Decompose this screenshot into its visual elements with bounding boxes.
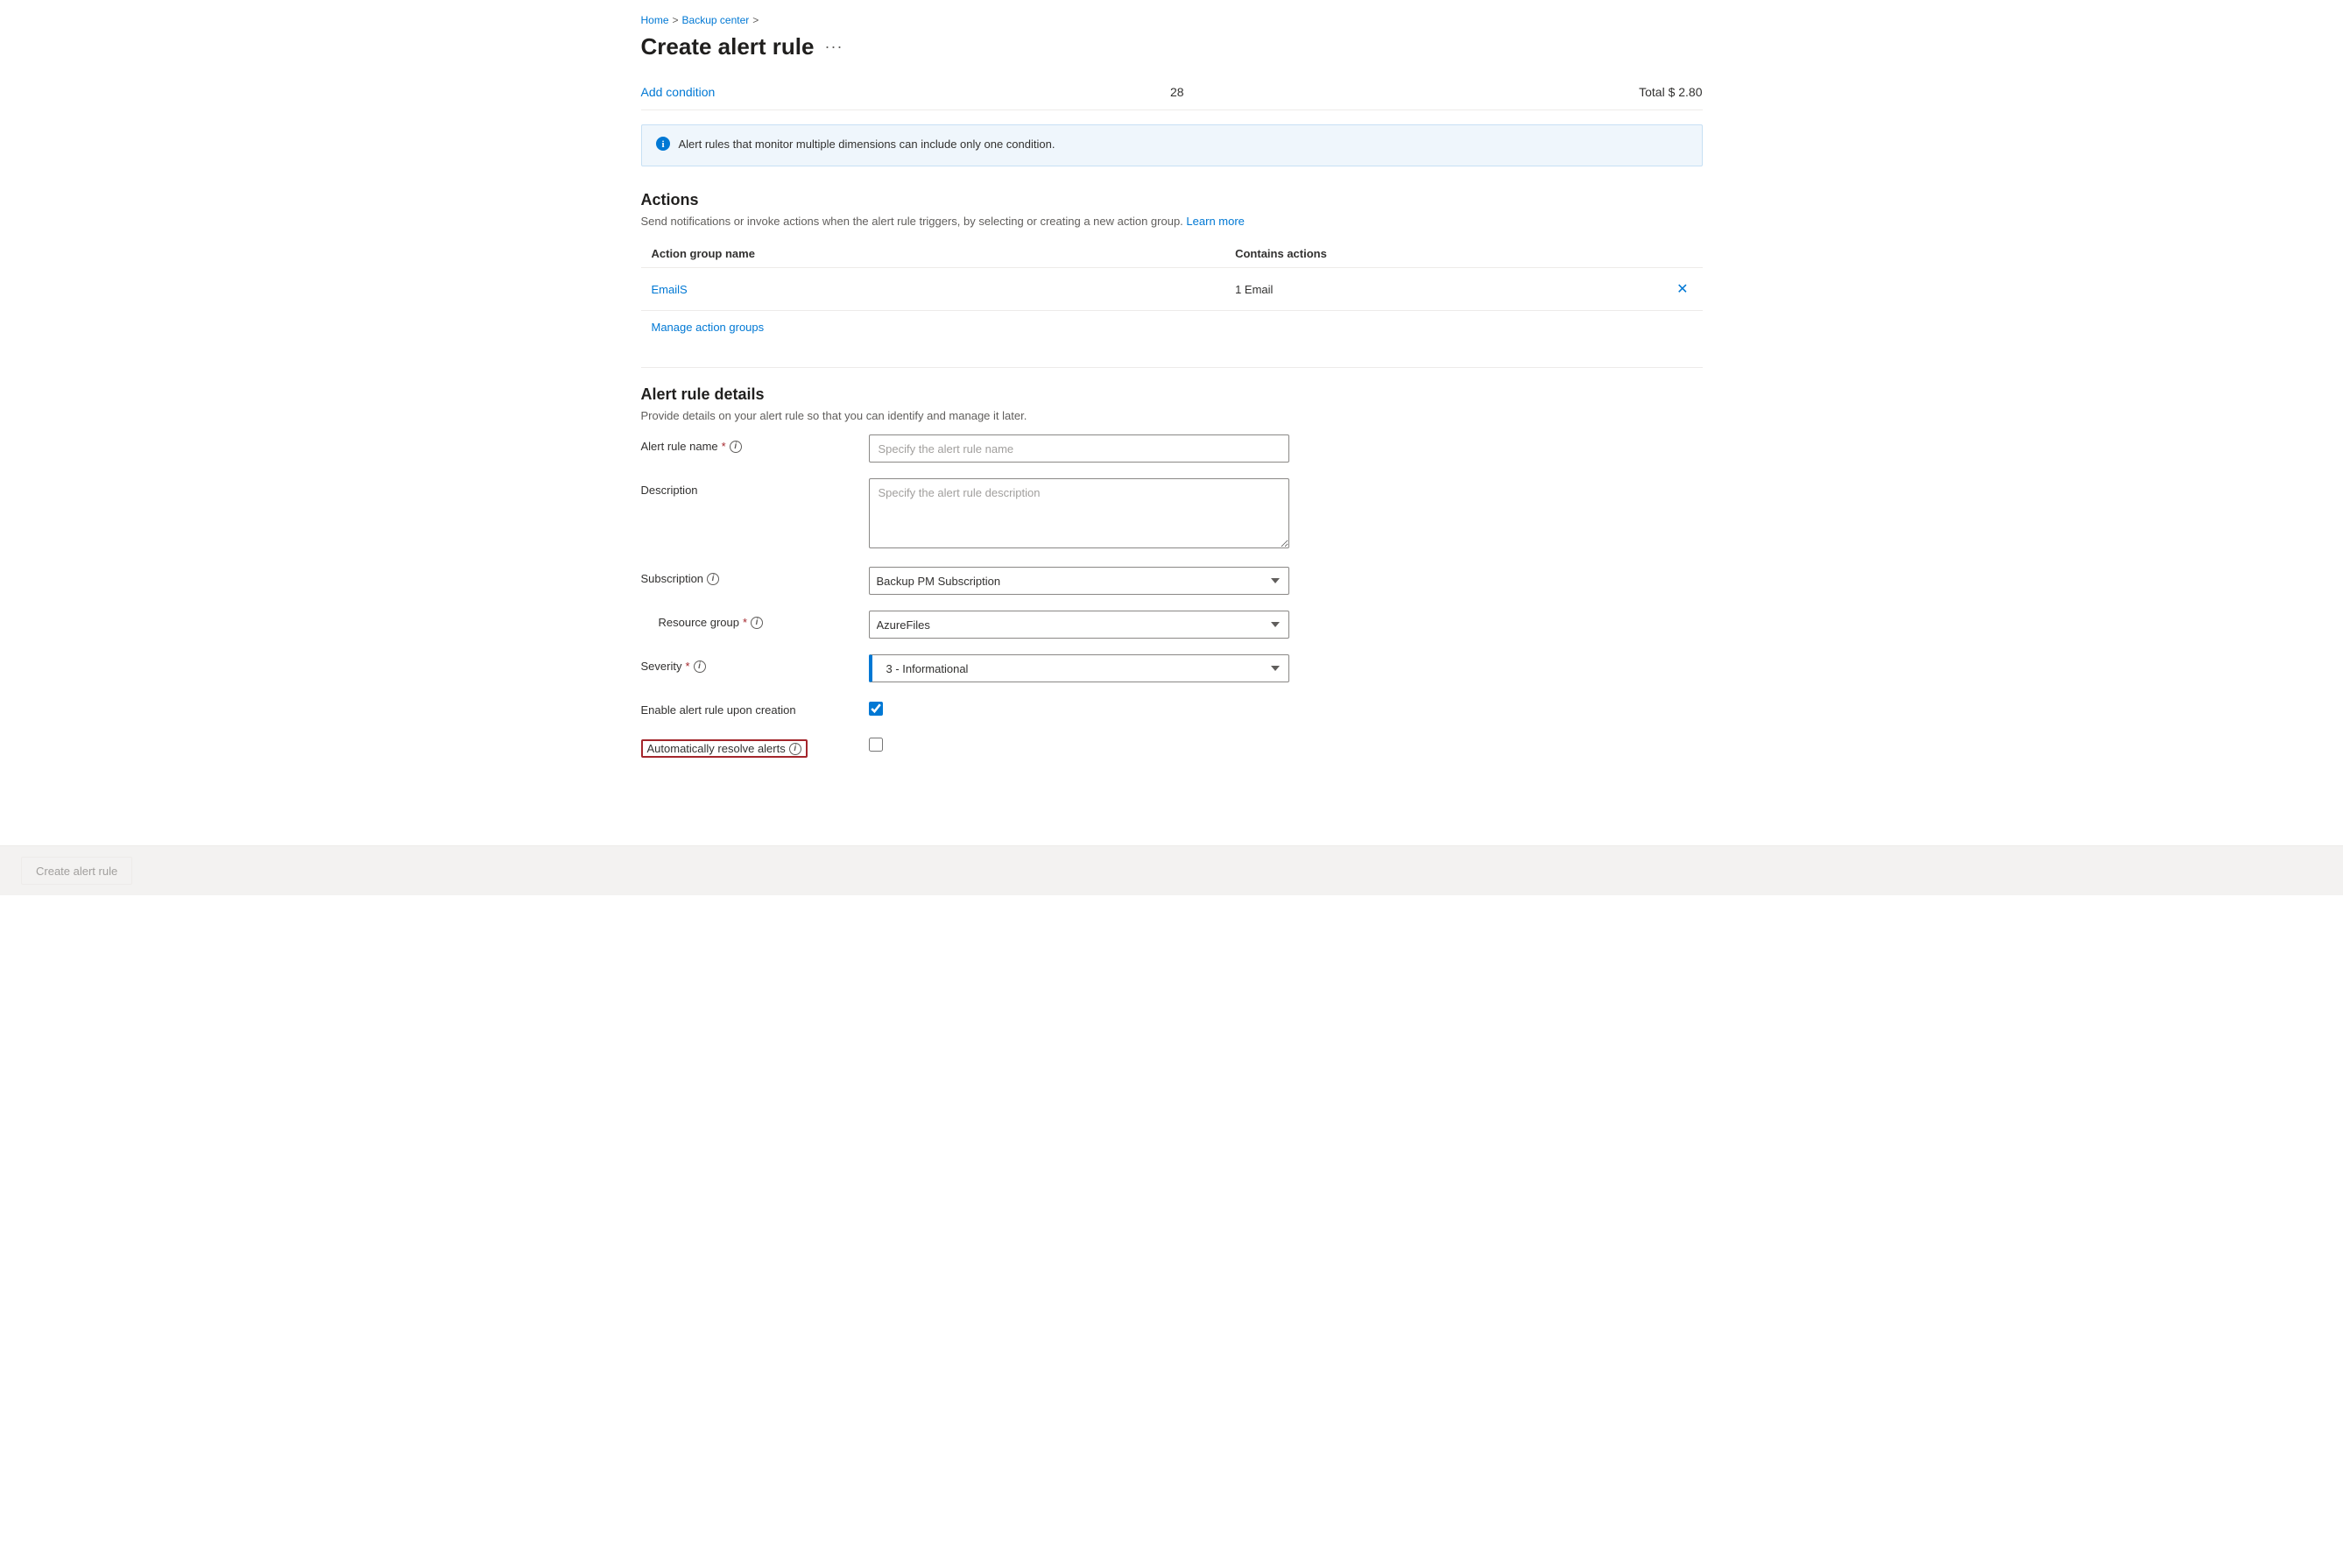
enable-alert-rule-row: Enable alert rule upon creation bbox=[641, 698, 1703, 718]
alert-rule-name-info-icon: i bbox=[730, 441, 742, 453]
table-row: EmailS 1 Email ✕ bbox=[641, 268, 1703, 311]
auto-resolve-label: Automatically resolve alerts i bbox=[641, 739, 869, 758]
info-banner: i Alert rules that monitor multiple dime… bbox=[641, 124, 1703, 166]
actions-section: Actions Send notifications or invoke act… bbox=[641, 191, 1703, 343]
alert-details-form: Alert rule name * i Description bbox=[641, 434, 1703, 758]
add-condition-button[interactable]: Add condition bbox=[641, 85, 716, 99]
subscription-label: Subscription i bbox=[641, 572, 869, 585]
description-input[interactable] bbox=[869, 478, 1289, 548]
breadcrumb-sep2: > bbox=[752, 14, 759, 26]
description-label: Description bbox=[641, 484, 869, 497]
severity-required-star: * bbox=[685, 660, 689, 673]
table-col-contains-actions: Contains actions bbox=[1224, 240, 1649, 268]
resource-group-info-icon: i bbox=[751, 617, 763, 629]
severity-row: Severity * i 0 - Critical 1 - Error 2 - … bbox=[641, 654, 1703, 682]
actions-section-desc: Send notifications or invoke actions whe… bbox=[641, 215, 1703, 228]
description-row: Description bbox=[641, 478, 1703, 551]
remove-action-group-button[interactable]: ✕ bbox=[1673, 277, 1691, 301]
action-group-name-link[interactable]: EmailS bbox=[652, 283, 688, 296]
alert-details-desc: Provide details on your alert rule so th… bbox=[641, 409, 1703, 422]
auto-resolve-checkbox[interactable] bbox=[869, 738, 883, 752]
actions-table: Action group name Contains actions Email… bbox=[641, 240, 1703, 311]
auto-resolve-info-icon: i bbox=[789, 743, 801, 755]
divider bbox=[641, 367, 1703, 368]
resource-group-select[interactable]: AzureFiles bbox=[869, 611, 1289, 639]
footer-bar: Create alert rule bbox=[0, 845, 2343, 895]
info-banner-text: Alert rules that monitor multiple dimens… bbox=[679, 136, 1055, 153]
svg-text:i: i bbox=[661, 139, 664, 150]
enable-alert-rule-checkbox[interactable] bbox=[869, 702, 883, 716]
alert-rule-name-label: Alert rule name * i bbox=[641, 440, 869, 453]
manage-action-groups-link[interactable]: Manage action groups bbox=[652, 321, 765, 334]
resource-group-label: Resource group * i bbox=[641, 616, 869, 629]
table-col-remove bbox=[1649, 240, 1703, 268]
alert-rule-name-input[interactable] bbox=[869, 434, 1289, 463]
severity-select[interactable]: 0 - Critical 1 - Error 2 - Warning 3 - I… bbox=[869, 654, 1289, 682]
severity-label: Severity * i bbox=[641, 660, 869, 673]
more-options-icon[interactable]: ··· bbox=[824, 38, 843, 56]
enable-alert-rule-label: Enable alert rule upon creation bbox=[641, 703, 869, 717]
info-banner-icon: i bbox=[656, 137, 670, 155]
total-cost: Total $ 2.80 bbox=[1639, 85, 1702, 99]
breadcrumb-sep1: > bbox=[673, 14, 679, 26]
learn-more-link[interactable]: Learn more bbox=[1186, 215, 1244, 228]
create-alert-rule-button[interactable]: Create alert rule bbox=[21, 857, 132, 885]
breadcrumb: Home > Backup center > bbox=[641, 14, 1703, 26]
auto-resolve-row: Automatically resolve alerts i bbox=[641, 734, 1703, 758]
resource-group-row: Resource group * i AzureFiles bbox=[641, 611, 1703, 639]
actions-section-title: Actions bbox=[641, 191, 1703, 209]
breadcrumb-backup-center[interactable]: Backup center bbox=[682, 14, 750, 26]
page-title: Create alert rule bbox=[641, 33, 815, 60]
subscription-row: Subscription i Backup PM Subscription bbox=[641, 567, 1703, 595]
alert-details-title: Alert rule details bbox=[641, 385, 1703, 404]
severity-info-icon: i bbox=[694, 660, 706, 673]
breadcrumb-home[interactable]: Home bbox=[641, 14, 669, 26]
alert-rule-details-section: Alert rule details Provide details on yo… bbox=[641, 385, 1703, 758]
action-group-actions-cell: 1 Email bbox=[1224, 268, 1649, 311]
resource-group-required-star: * bbox=[743, 616, 747, 629]
required-star: * bbox=[722, 440, 726, 453]
table-col-action-group: Action group name bbox=[641, 240, 1225, 268]
subscription-info-icon: i bbox=[707, 573, 719, 585]
condition-count: 28 bbox=[1170, 85, 1184, 99]
subscription-select[interactable]: Backup PM Subscription bbox=[869, 567, 1289, 595]
alert-rule-name-row: Alert rule name * i bbox=[641, 434, 1703, 463]
